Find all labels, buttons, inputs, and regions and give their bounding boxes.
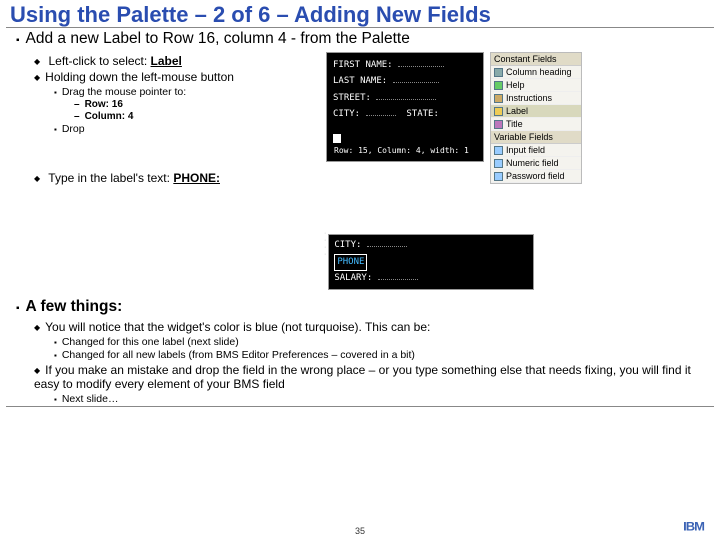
position-tooltip: Row: 15, Column: 4, width: 1 [331, 143, 472, 159]
phone-bold: PHONE: [173, 171, 220, 185]
palette-panel: Constant Fields Column heading Help Inst… [490, 52, 582, 184]
text: Type in the label's text: [48, 171, 173, 185]
bullet-row: Row: 16 [74, 99, 320, 110]
text: Left-click to select: [49, 54, 151, 68]
numeric-field-icon [494, 159, 503, 168]
palette-item-instructions[interactable]: Instructions [491, 92, 581, 105]
title-icon [494, 120, 503, 129]
bullet-hold-mouse: Holding down the left-mouse button [34, 70, 320, 84]
few-a: You will notice that the widget's color … [34, 320, 710, 334]
palette-section-constant: Constant Fields [491, 53, 581, 66]
palette-item-numeric-field[interactable]: Numeric field [491, 157, 581, 170]
palette-section-variable: Variable Fields [491, 131, 581, 144]
bullet-col: Column: 4 [74, 111, 320, 122]
palette-item-help[interactable]: Help [491, 79, 581, 92]
palette-item-input-field[interactable]: Input field [491, 144, 581, 157]
footer-rule [6, 406, 714, 407]
palette-item-password-field[interactable]: Password field [491, 170, 581, 183]
password-field-icon [494, 172, 503, 181]
few-b1: Next slide… [54, 393, 710, 405]
few-things-heading: A few things: [16, 298, 710, 316]
bullet-drop: Drop [54, 123, 320, 135]
input-field-icon [494, 146, 503, 155]
ibm-logo: IBM [683, 519, 704, 534]
title-rule [6, 27, 714, 28]
label-icon [494, 107, 503, 116]
bullet-select-label: Left-click to select: Label [34, 54, 320, 68]
editor-mock-2: CITY: PHONE SALARY: [328, 234, 534, 290]
ruler: ···· [320, 230, 326, 290]
instructions-icon [494, 94, 503, 103]
editor-mock-1: FIRST NAME: LAST NAME: STREET: CITY: STA… [326, 52, 484, 162]
page-number: 35 [0, 526, 720, 536]
heading-1: Add a new Label to Row 16, column 4 - fr… [16, 30, 710, 48]
palette-item-title[interactable]: Title [491, 118, 581, 131]
bullet-type-text: Type in the label's text: PHONE: [34, 171, 220, 185]
few-a1: Changed for this one label (next slide) [54, 336, 710, 348]
few-a2: Changed for all new labels (from BMS Edi… [54, 349, 710, 361]
palette-item-column-heading[interactable]: Column heading [491, 66, 581, 79]
few-b: If you make an mistake and drop the fiel… [34, 363, 710, 391]
slide-title: Using the Palette – 2 of 6 – Adding New … [0, 0, 720, 27]
help-icon [494, 81, 503, 90]
palette-item-label[interactable]: Label [491, 105, 581, 118]
column-heading-icon [494, 68, 503, 77]
label-bold: Label [151, 54, 182, 68]
bullet-drag: Drag the mouse pointer to: [54, 86, 320, 98]
